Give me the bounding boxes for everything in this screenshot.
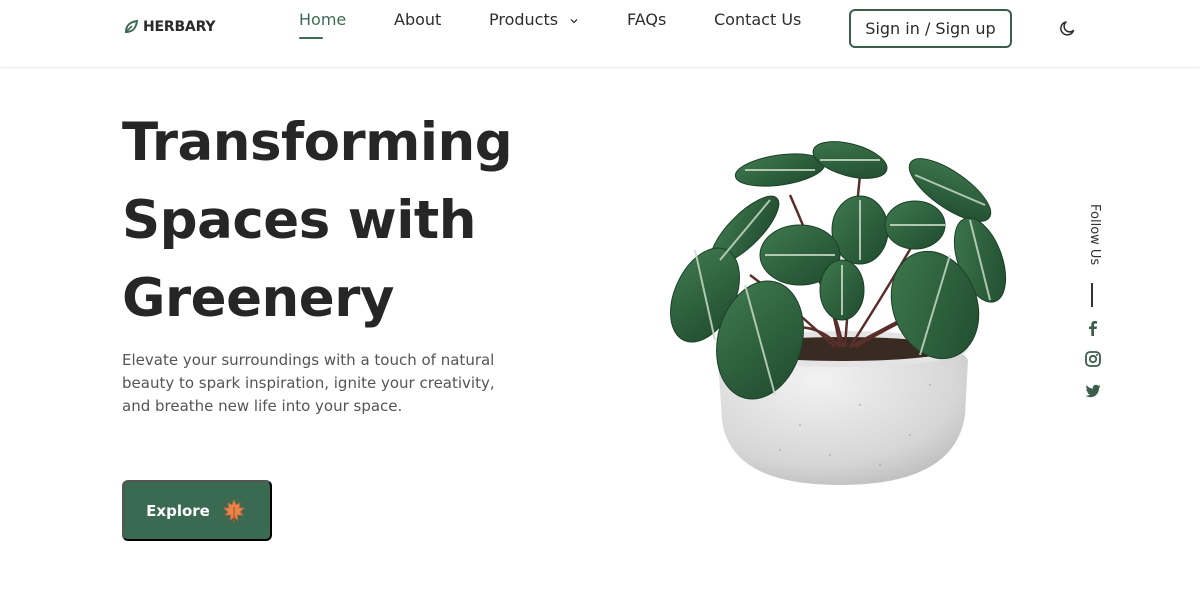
signin-button[interactable]: Sign in / Sign up: [849, 9, 1012, 48]
hero-title-line: Transforming: [122, 112, 513, 173]
nav-products-label: Products: [489, 10, 559, 29]
maple-leaf-icon: [222, 498, 245, 523]
brand-name: HERBARY: [143, 19, 216, 35]
moon-icon[interactable]: [1059, 19, 1077, 37]
nav-about[interactable]: About: [394, 10, 441, 29]
nav-home[interactable]: Home: [299, 10, 346, 29]
nav-contact[interactable]: Contact Us: [714, 10, 801, 29]
leaf-icon: [124, 19, 139, 34]
explore-button-label: Explore: [146, 501, 210, 520]
twitter-icon[interactable]: [1084, 382, 1102, 400]
instagram-icon[interactable]: [1084, 350, 1102, 368]
explore-button[interactable]: Explore: [122, 480, 272, 541]
brand-logo[interactable]: HERBARY: [123, 19, 216, 35]
nav-products[interactable]: Products: [489, 10, 579, 29]
chevron-down-icon: [570, 18, 578, 23]
potted-plant-image: [670, 141, 1007, 485]
follow-divider: [1091, 283, 1093, 307]
follow-us-label: Follow Us: [1087, 204, 1102, 266]
facebook-icon[interactable]: [1084, 319, 1102, 337]
hero-description: Elevate your surroundings with a touch o…: [122, 351, 495, 415]
nav-active-indicator: [299, 37, 323, 39]
hero-title: Transforming Spaces with Greenery: [122, 104, 642, 338]
hero-title-line: Spaces with: [122, 190, 476, 251]
site-header: HERBARY Home About Products FAQs Contact…: [0, 0, 1200, 68]
nav-faqs[interactable]: FAQs: [627, 10, 666, 29]
hero-title-line: Greenery: [122, 268, 394, 329]
